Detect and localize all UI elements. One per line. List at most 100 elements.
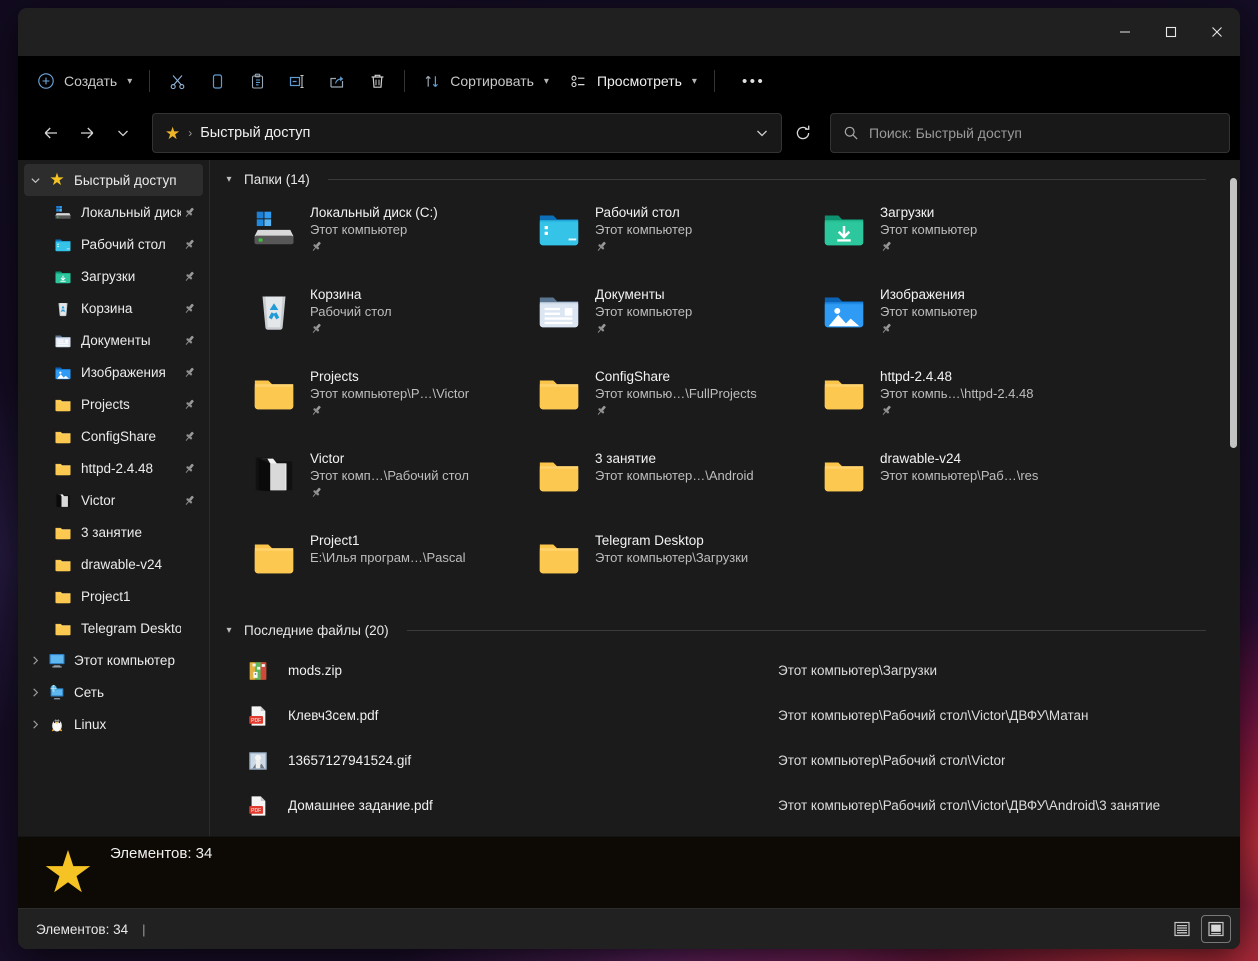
folder-tile[interactable]: Изображения Этот компьютер — [814, 277, 1099, 359]
pin-icon[interactable] — [310, 322, 392, 335]
pictures-icon — [820, 285, 868, 333]
sidebar-item-15[interactable]: Этот компьютер — [24, 644, 203, 676]
folder-tile[interactable]: Project1 E:\Илья програм…\Pascal — [244, 523, 529, 605]
pin-icon[interactable] — [880, 240, 977, 253]
folder-tile[interactable]: Локальный диск (C:) Этот компьютер — [244, 195, 529, 277]
folder-tile[interactable]: httpd-2.4.48 Этот компь…\httpd-2.4.48 — [814, 359, 1099, 441]
pin-icon[interactable] — [181, 430, 197, 443]
cut-button[interactable] — [157, 64, 197, 98]
recent-locations-button[interactable] — [106, 116, 140, 150]
recent-file-row[interactable]: 13657127941524.gif Этот компьютер\Рабочий… — [222, 738, 1218, 783]
sidebar-item-12[interactable]: drawable-v24 — [24, 548, 203, 580]
pin-icon[interactable] — [181, 398, 197, 411]
navigation-pane[interactable]: ★ Быстрый доступ Локальный диск Рабочий сто… — [18, 160, 210, 949]
vertical-scrollbar[interactable] — [1226, 160, 1240, 949]
folder-tile[interactable]: Корзина Рабочий стол — [244, 277, 529, 359]
sidebar-item-3[interactable]: Загрузки — [24, 260, 203, 292]
pin-icon[interactable] — [181, 462, 197, 475]
delete-button[interactable] — [357, 64, 397, 98]
pin-icon[interactable] — [880, 404, 1033, 417]
scrollbar-thumb[interactable] — [1230, 178, 1237, 448]
sidebar-item-6[interactable]: Изображения — [24, 356, 203, 388]
recent-file-row[interactable]: PDF Домашнее задание.pdf Этот компьютер\Ра… — [222, 783, 1218, 828]
pin-icon[interactable] — [880, 322, 977, 335]
sidebar-item-1[interactable]: Локальный диск — [24, 196, 203, 228]
folder-tile-text: Локальный диск (C:) Этот компьютер — [310, 203, 438, 253]
pin-icon[interactable] — [595, 240, 692, 253]
forward-button[interactable] — [70, 116, 104, 150]
copy-button[interactable] — [197, 64, 237, 98]
pin-icon[interactable] — [310, 486, 469, 499]
folder-tile[interactable]: Рабочий стол Этот компьютер — [529, 195, 814, 277]
recent-section-header[interactable]: ▾ Последние файлы (20) — [210, 605, 1226, 646]
pin-icon[interactable] — [181, 206, 197, 219]
folder-tile[interactable]: ConfigShare Этот компью…\FullProjects — [529, 359, 814, 441]
folder-tile[interactable]: Документы Этот компьютер — [529, 277, 814, 359]
chevron-right-icon[interactable] — [24, 655, 46, 666]
more-options-button[interactable]: ••• — [722, 64, 785, 98]
pin-icon[interactable] — [310, 404, 469, 417]
paste-button[interactable] — [237, 64, 277, 98]
folder-tile[interactable]: Victor Этот комп…\Рабочий стол — [244, 441, 529, 523]
address-dropdown-icon[interactable] — [747, 116, 777, 150]
folder-name: Рабочий стол — [595, 205, 680, 220]
pin-icon[interactable] — [595, 404, 757, 417]
folder-tile[interactable]: drawable-v24 Этот компьютер\Раб…\res — [814, 441, 1099, 523]
maximize-button[interactable] — [1148, 8, 1194, 56]
back-button[interactable] — [34, 116, 68, 150]
sidebar-item-2[interactable]: Рабочий стол — [24, 228, 203, 260]
pin-icon[interactable] — [181, 302, 197, 315]
sidebar-item-13[interactable]: Project1 — [24, 580, 203, 612]
folder-tile[interactable]: Telegram Desktop Этот компьютер\Загрузки — [529, 523, 814, 605]
sidebar-item-16[interactable]: Сеть — [24, 676, 203, 708]
folder-tile[interactable]: Загрузки Этот компьютер — [814, 195, 1099, 277]
address-row: ★ › Быстрый доступ Поиск: Быстрый доступ — [18, 106, 1240, 160]
sidebar-item-9[interactable]: httpd-2.4.48 — [24, 452, 203, 484]
pin-icon[interactable] — [181, 494, 197, 507]
view-button-label: Просмотреть — [596, 73, 682, 89]
chevron-down-icon[interactable] — [24, 175, 46, 186]
refresh-button[interactable] — [786, 116, 820, 150]
address-bar[interactable]: ★ › Быстрый доступ — [152, 113, 782, 153]
large-icons-view-button[interactable] — [1201, 915, 1231, 943]
chevron-right-icon[interactable] — [24, 719, 46, 730]
chevron-down-icon[interactable]: ▾ — [222, 625, 236, 636]
new-button[interactable]: Создать ▾ — [26, 64, 142, 98]
chevron-down-icon[interactable]: ▾ — [222, 174, 236, 185]
folders-section-header[interactable]: ▾ Папки (14) — [210, 160, 1226, 195]
close-button[interactable] — [1194, 8, 1240, 56]
chevron-right-icon[interactable] — [24, 687, 46, 698]
sidebar-item-7[interactable]: Projects — [24, 388, 203, 420]
ellipsis-icon: ••• — [741, 72, 766, 90]
recent-file-row[interactable]: mods.zip Этот компьютер\Загрузки — [222, 648, 1218, 693]
recent-file-row[interactable]: PDF Клевч3сем.pdf Этот компьютер\Рабочий с… — [222, 693, 1218, 738]
recent-file-name: Домашнее задание.pdf — [288, 798, 433, 813]
sidebar-item-11[interactable]: 3 занятие — [24, 516, 203, 548]
sidebar-item-14[interactable]: Telegram Desktop — [24, 612, 203, 644]
sidebar-item-5[interactable]: Документы — [24, 324, 203, 356]
details-view-button[interactable] — [1168, 916, 1196, 942]
folder-tile[interactable]: Projects Этот компьютер\P…\Victor — [244, 359, 529, 441]
recent-files-list: mods.zip Этот компьютер\Загрузки PDF Клевч3… — [210, 646, 1226, 828]
view-button[interactable]: Просмотреть ▾ — [559, 64, 707, 98]
documents-icon — [52, 331, 74, 349]
search-box[interactable]: Поиск: Быстрый доступ — [830, 113, 1230, 153]
view-layout-icon — [569, 71, 589, 91]
sidebar-item-0[interactable]: ★ Быстрый доступ — [24, 164, 203, 196]
folder-tile[interactable]: 3 занятие Этот компьютер…\Android — [529, 441, 814, 523]
sort-button[interactable]: Сортировать ▾ — [412, 64, 559, 98]
pin-icon[interactable] — [181, 334, 197, 347]
pin-icon[interactable] — [181, 270, 197, 283]
rename-button[interactable] — [277, 64, 317, 98]
sidebar-item-label: Сеть — [74, 684, 105, 700]
pin-icon[interactable] — [595, 322, 692, 335]
sidebar-item-17[interactable]: Linux — [24, 708, 203, 740]
sidebar-item-10[interactable]: Victor — [24, 484, 203, 516]
minimize-button[interactable] — [1102, 8, 1148, 56]
pin-icon[interactable] — [181, 366, 197, 379]
share-button[interactable] — [317, 64, 357, 98]
sidebar-item-8[interactable]: ConfigShare — [24, 420, 203, 452]
sidebar-item-4[interactable]: Корзина — [24, 292, 203, 324]
pin-icon[interactable] — [181, 238, 197, 251]
pin-icon[interactable] — [310, 240, 438, 253]
